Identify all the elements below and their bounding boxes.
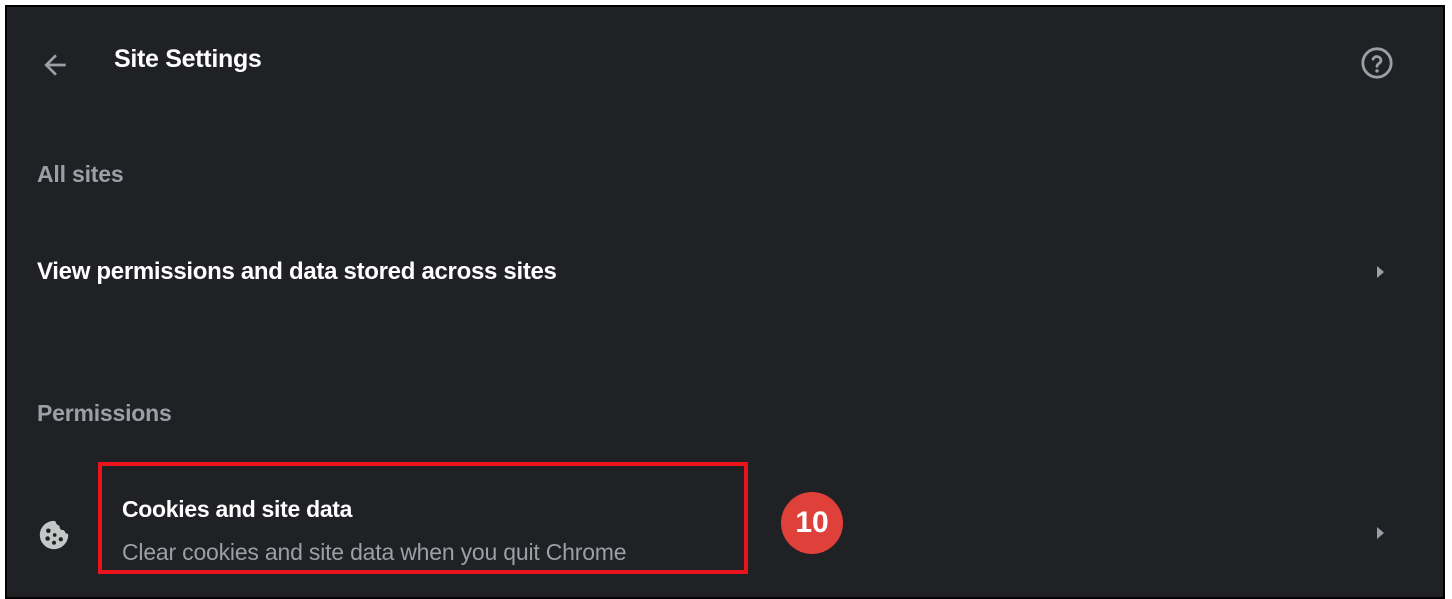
- step-number-badge: 10: [781, 492, 843, 554]
- arrow-left-icon: [44, 54, 66, 76]
- cookies-row-title: Cookies and site data: [122, 496, 353, 522]
- section-label-all-sites: All sites: [37, 161, 124, 187]
- site-settings-page: Site Settings All sites View permissions…: [5, 5, 1445, 599]
- back-button[interactable]: [35, 45, 75, 85]
- cookies-row-subtitle: Clear cookies and site data when you qui…: [122, 539, 627, 565]
- chevron-right-icon: [1377, 527, 1384, 539]
- section-label-permissions: Permissions: [37, 400, 172, 426]
- all-sites-row[interactable]: View permissions and data stored across …: [7, 232, 1443, 312]
- cookie-icon: [39, 520, 69, 550]
- cookies-and-site-data-row[interactable]: Cookies and site data Clear cookies and …: [7, 475, 1443, 585]
- page-title: Site Settings: [114, 45, 262, 73]
- help-button[interactable]: [1357, 43, 1397, 83]
- chevron-right-icon: [1377, 266, 1384, 278]
- help-circle-icon: [1361, 47, 1393, 79]
- all-sites-row-label: View permissions and data stored across …: [37, 258, 557, 285]
